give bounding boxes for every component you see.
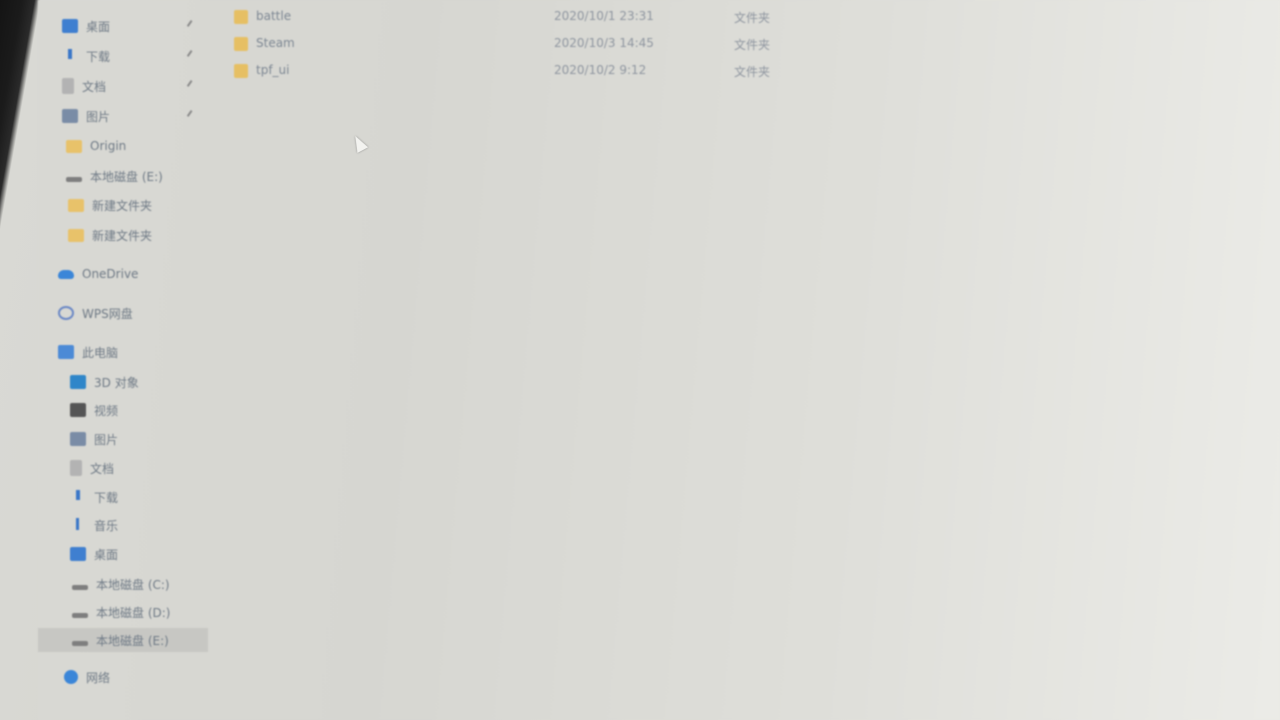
folder-icon [234,37,248,51]
folder-icon [68,228,84,242]
pin-icon[interactable] [186,20,199,31]
nav-item-label: OneDrive [82,267,139,281]
pin-icon[interactable] [186,50,199,61]
nav-item-label: 3D 对象 [94,375,139,390]
nav-item-this-pc[interactable]: 此电脑 [58,340,118,364]
document-icon [62,78,74,94]
video-icon [70,403,86,417]
pictures-icon [70,432,86,446]
file-modified-date: 2020/10/1 23:31 [554,9,654,23]
nav-item-label: 本地磁盘 (E:) [96,633,169,648]
navigation-pane: 桌面 下载 文档 图片 Origin 本地磁盘 (E:) 新建文件夹 新建文件夹… [38,0,210,720]
nav-item-label: 视频 [94,403,119,418]
drive-icon [72,640,88,646]
nav-item-drive-e-quick[interactable]: 本地磁盘 (E:) [66,164,163,188]
drive-icon [66,176,82,182]
nav-item-3d-objects[interactable]: 3D 对象 [70,370,139,394]
nav-item-downloads[interactable]: 下载 [70,485,118,509]
nav-item-origin[interactable]: Origin [66,134,126,158]
nav-item-label: 本地磁盘 (E:) [90,169,163,184]
drive-icon [72,584,88,590]
file-row-steam[interactable]: Steam 2020/10/3 14:45 文件夹 [234,32,794,56]
file-type: 文件夹 [734,38,771,52]
wps-cloud-icon [58,306,74,320]
music-icon [70,518,86,532]
nav-item-new-folder-1[interactable]: 新建文件夹 [68,193,152,217]
nav-item-label: 新建文件夹 [92,198,153,213]
file-type: 文件夹 [734,65,771,79]
nav-item-label: 本地磁盘 (D:) [96,605,171,620]
file-name: battle [256,9,292,23]
nav-item-drive-c[interactable]: 本地磁盘 (C:) [72,572,170,596]
document-icon [70,460,82,476]
network-icon [64,670,78,684]
pin-icon[interactable] [186,80,199,91]
nav-item-new-folder-2[interactable]: 新建文件夹 [68,223,152,247]
nav-item-onedrive[interactable]: OneDrive [58,262,138,286]
nav-item-label: 桌面 [94,547,119,562]
cloud-icon [58,269,74,279]
folder-icon [234,10,248,24]
nav-item-network[interactable]: 网络 [64,665,110,689]
nav-item-label: 网络 [86,670,111,685]
3d-objects-icon [70,375,86,389]
pictures-icon [62,109,78,123]
desktop-icon [62,19,78,33]
nav-item-videos[interactable]: 视频 [70,398,118,422]
desktop-icon [70,547,86,561]
file-explorer-window: 桌面 下载 文档 图片 Origin 本地磁盘 (E:) 新建文件夹 新建文件夹… [38,0,1280,720]
nav-item-label: 本地磁盘 (C:) [96,577,170,592]
folder-icon [68,198,84,212]
nav-item-label: 图片 [94,432,119,447]
folder-icon [66,139,82,153]
nav-item-documents-quick[interactable]: 文档 [62,74,106,98]
nav-item-downloads-quick[interactable]: 下载 [62,44,110,68]
nav-item-label: 图片 [86,109,111,124]
nav-item-label: 音乐 [94,518,119,533]
file-row-battle[interactable]: battle 2020/10/1 23:31 文件夹 [234,5,794,29]
drive-icon [72,612,88,618]
nav-item-pictures-quick[interactable]: 图片 [62,104,110,128]
folder-icon [234,64,248,78]
nav-item-label: 新建文件夹 [92,228,153,243]
download-icon [62,49,78,63]
computer-icon [58,345,74,359]
nav-item-desktop[interactable]: 桌面 [70,542,118,566]
nav-item-music[interactable]: 音乐 [70,513,118,537]
photo-of-screen: 桌面 下载 文档 图片 Origin 本地磁盘 (E:) 新建文件夹 新建文件夹… [0,0,1280,720]
file-name: tpf_ui [256,63,290,77]
nav-item-label: 下载 [86,49,111,64]
file-modified-date: 2020/10/2 9:12 [554,63,647,77]
pin-icon[interactable] [186,110,199,121]
file-type: 文件夹 [734,11,771,25]
nav-item-documents[interactable]: 文档 [70,456,114,480]
nav-item-label: 下载 [94,490,119,505]
file-name: Steam [256,36,295,50]
nav-item-drive-d[interactable]: 本地磁盘 (D:) [72,600,170,624]
nav-item-label: WPS网盘 [82,306,133,321]
nav-item-label: 文档 [90,461,115,476]
nav-item-label: 此电脑 [82,345,119,360]
download-icon [70,490,86,504]
nav-item-pictures[interactable]: 图片 [70,427,118,451]
nav-item-label: 桌面 [86,19,111,34]
nav-item-drive-e[interactable]: 本地磁盘 (E:) [38,628,208,652]
nav-item-label: 文档 [82,79,107,94]
file-row-tpf-ui[interactable]: tpf_ui 2020/10/2 9:12 文件夹 [234,59,794,83]
nav-item-label: Origin [90,139,127,153]
nav-item-desktop-quick[interactable]: 桌面 [62,14,110,38]
nav-item-wps-cloud[interactable]: WPS网盘 [58,301,133,325]
file-modified-date: 2020/10/3 14:45 [554,36,654,50]
